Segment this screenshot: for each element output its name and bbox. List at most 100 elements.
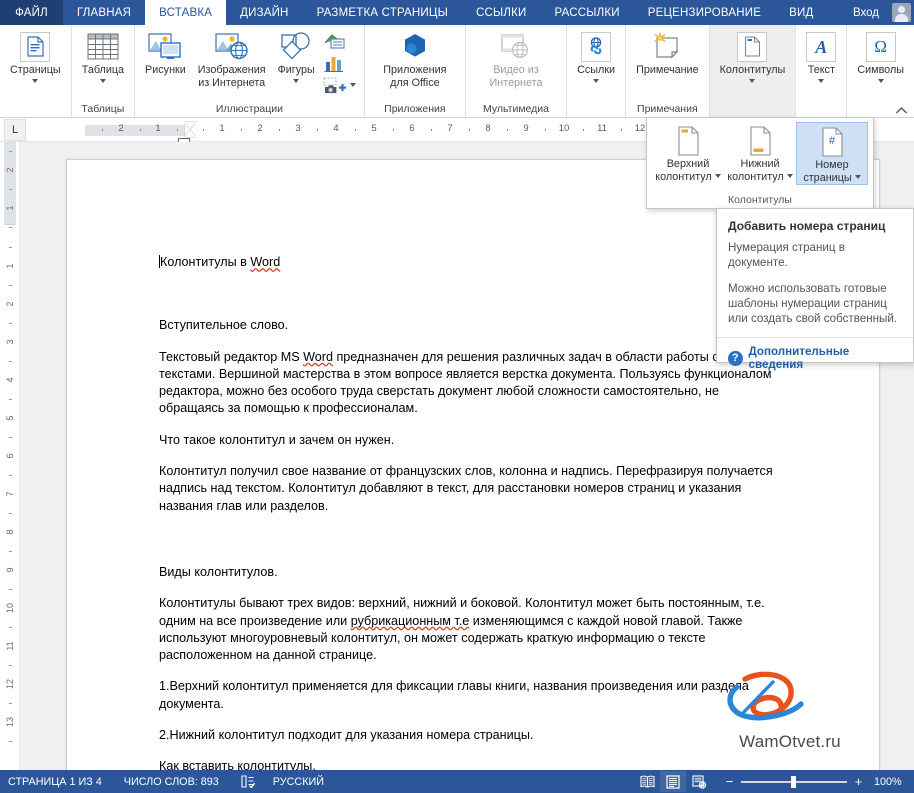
status-word-count[interactable]: ЧИСЛО СЛОВ: 893 bbox=[124, 776, 219, 788]
symbols-button[interactable]: Ω Символы bbox=[852, 28, 909, 83]
screenshot-dropdown-caret[interactable] bbox=[349, 82, 356, 87]
shapes-dropdown-caret[interactable] bbox=[293, 78, 300, 83]
ribbon: Страницы Таблица Таблицы Рисунки Изображ… bbox=[0, 25, 914, 118]
status-page-indicator[interactable]: СТРАНИЦА 1 ИЗ 4 bbox=[8, 776, 102, 788]
watermark-text: WamOtvet.ru bbox=[739, 732, 841, 751]
ruler-number: 9 bbox=[523, 122, 529, 134]
document-title-paragraph[interactable]: Колонтитулы в Word bbox=[159, 254, 775, 271]
tab-insert[interactable]: ВСТАВКА bbox=[145, 0, 227, 25]
tab-view[interactable]: ВИД bbox=[775, 0, 827, 25]
ribbon-group-text-label bbox=[801, 101, 841, 117]
links-button[interactable]: Ссылки bbox=[572, 28, 620, 83]
header-button-label-2: колонтитул bbox=[655, 171, 721, 184]
ribbon-group-text: A Текст bbox=[796, 25, 848, 117]
zoom-level-label[interactable]: 100% bbox=[874, 776, 904, 788]
header-footer-flyout-items: Верхний колонтитул Нижний колонтитул # Н… bbox=[652, 122, 868, 185]
header-footer-button[interactable]: Колонтитулы bbox=[715, 28, 791, 83]
tab-review[interactable]: РЕЦЕНЗИРОВАНИЕ bbox=[634, 0, 775, 25]
ribbon-group-illustrations: Рисунки Изображения из Интернета Фигуры … bbox=[135, 25, 365, 117]
zoom-out-button[interactable]: − bbox=[724, 774, 735, 789]
footer-dropdown-caret[interactable] bbox=[786, 174, 793, 179]
links-dropdown-caret[interactable] bbox=[593, 78, 600, 83]
comment-button-label: Примечание bbox=[636, 64, 699, 76]
document-text-body[interactable]: Колонтитулы в Word Вступительное слово. … bbox=[159, 254, 775, 770]
smartart-button[interactable] bbox=[320, 30, 359, 52]
header-button[interactable]: Верхний колонтитул bbox=[652, 122, 724, 183]
pages-dropdown-caret[interactable] bbox=[32, 78, 39, 83]
pictures-button[interactable]: Рисунки bbox=[140, 28, 191, 77]
ribbon-group-apps-label: Приложения bbox=[384, 103, 446, 115]
zoom-in-button[interactable]: + bbox=[853, 774, 864, 789]
shapes-button[interactable]: Фигуры bbox=[273, 28, 320, 83]
ruler-number: 2 bbox=[257, 122, 263, 134]
tab-stop-selector-label: L bbox=[11, 123, 19, 136]
page-number-dropdown-caret[interactable] bbox=[854, 175, 861, 180]
pages-button[interactable]: Страницы bbox=[5, 28, 66, 83]
screenshot-icon bbox=[323, 76, 347, 95]
tooltip-body-2: Можно использовать готовые шаблоны нумер… bbox=[728, 282, 898, 325]
tab-page-layout[interactable]: РАЗМЕТКА СТРАНИЦЫ bbox=[303, 0, 462, 25]
print-layout-icon[interactable] bbox=[660, 771, 686, 792]
tab-home[interactable]: ГЛАВНАЯ bbox=[63, 0, 145, 25]
online-video-button[interactable]: Видео из Интернета bbox=[471, 28, 561, 89]
hanging-indent-marker[interactable] bbox=[184, 129, 196, 137]
document-paragraph[interactable]: 1.Верхний колонтитул применяется для фик… bbox=[159, 678, 775, 713]
web-layout-icon[interactable] bbox=[686, 771, 712, 792]
symbols-dropdown-caret[interactable] bbox=[877, 78, 884, 83]
proofing-icon[interactable] bbox=[241, 775, 255, 788]
zoom-slider[interactable] bbox=[741, 775, 847, 788]
tab-insert-label: ВСТАВКА bbox=[159, 6, 213, 19]
ruler-number: 5 bbox=[371, 122, 377, 134]
document-paragraph[interactable]: Виды колонтитулов. bbox=[159, 564, 775, 581]
sign-in-button[interactable]: Вход bbox=[844, 0, 888, 25]
document-paragraph[interactable]: Как вставить колонтитулы. bbox=[159, 758, 775, 770]
vruler-number: 1 bbox=[5, 263, 15, 269]
avatar[interactable] bbox=[888, 0, 914, 25]
document-paragraph[interactable]: 2.Нижний колонтитул подходит для указани… bbox=[159, 727, 775, 744]
vruler-top-margin bbox=[4, 142, 16, 224]
tab-mailings[interactable]: РАССЫЛКИ bbox=[541, 0, 634, 25]
text-button[interactable]: A Текст bbox=[801, 28, 841, 83]
word-window: ФАЙЛ ГЛАВНАЯ ВСТАВКА ДИЗАЙН РАЗМЕТКА СТР… bbox=[0, 0, 914, 793]
read-mode-icon[interactable] bbox=[634, 771, 660, 792]
tab-stop-selector[interactable]: L bbox=[4, 118, 26, 141]
chart-button[interactable] bbox=[320, 52, 359, 74]
page-number-button[interactable]: # Номер страницы bbox=[796, 122, 868, 185]
ruler-number: 10 bbox=[558, 122, 570, 134]
tab-design[interactable]: ДИЗАЙН bbox=[226, 0, 302, 25]
tooltip-more-info-link[interactable]: ? Дополнительные сведения bbox=[728, 345, 902, 371]
tab-file[interactable]: ФАЙЛ bbox=[0, 0, 63, 25]
header-dropdown-caret[interactable] bbox=[714, 174, 721, 179]
tab-references[interactable]: ССЫЛКИ bbox=[462, 0, 541, 25]
comment-button[interactable]: Примечание bbox=[631, 28, 704, 77]
table-button[interactable]: Таблица bbox=[77, 28, 129, 83]
zoom-slider-knob[interactable] bbox=[791, 775, 796, 788]
document-paragraph[interactable]: Колонтитул получил свое название от фран… bbox=[159, 463, 775, 515]
ribbon-group-pages: Страницы bbox=[0, 25, 72, 117]
misspelled-word: рубрикационным т.е bbox=[350, 613, 470, 628]
online-pictures-button[interactable]: Изображения из Интернета bbox=[191, 28, 273, 89]
online-video-button-label: Видео из Интернета bbox=[489, 64, 543, 89]
ribbon-group-media-label: Мультимедиа bbox=[483, 103, 549, 115]
text-icon: A bbox=[806, 30, 837, 63]
zoom-control[interactable]: − + bbox=[724, 774, 864, 789]
header-footer-dropdown-caret[interactable] bbox=[749, 78, 756, 83]
table-button-label: Таблица bbox=[81, 64, 125, 76]
ribbon-group-links: Ссылки bbox=[567, 25, 627, 117]
document-paragraph[interactable]: Вступительное слово. bbox=[159, 317, 775, 334]
table-dropdown-caret[interactable] bbox=[99, 78, 106, 83]
vertical-ruler[interactable]: 2 1 1 2 3 4 5 6 7 8 9 10 11 12 13 bbox=[0, 142, 20, 770]
footer-button-label-2: колонтитул bbox=[727, 171, 793, 184]
status-bar-left: СТРАНИЦА 1 ИЗ 4 ЧИСЛО СЛОВ: 893 РУССКИЙ bbox=[0, 775, 346, 788]
page-number-button-label-1: Номер bbox=[815, 159, 849, 171]
screenshot-button[interactable] bbox=[320, 74, 359, 96]
status-language[interactable]: РУССКИЙ bbox=[273, 776, 324, 788]
document-paragraph[interactable]: Текстовый редактор MS Word предназначен … bbox=[159, 349, 775, 418]
office-apps-button[interactable]: Приложения для Office bbox=[370, 28, 460, 89]
footer-button[interactable]: Нижний колонтитул bbox=[724, 122, 796, 183]
document-paragraph[interactable]: Что такое колонтитул и зачем он нужен. bbox=[159, 432, 775, 449]
first-line-indent-marker[interactable] bbox=[184, 121, 196, 129]
collapse-ribbon-button[interactable] bbox=[895, 106, 908, 115]
document-paragraph[interactable]: Колонтитулы бывают трех видов: верхний, … bbox=[159, 595, 775, 664]
text-dropdown-caret[interactable] bbox=[818, 78, 825, 83]
